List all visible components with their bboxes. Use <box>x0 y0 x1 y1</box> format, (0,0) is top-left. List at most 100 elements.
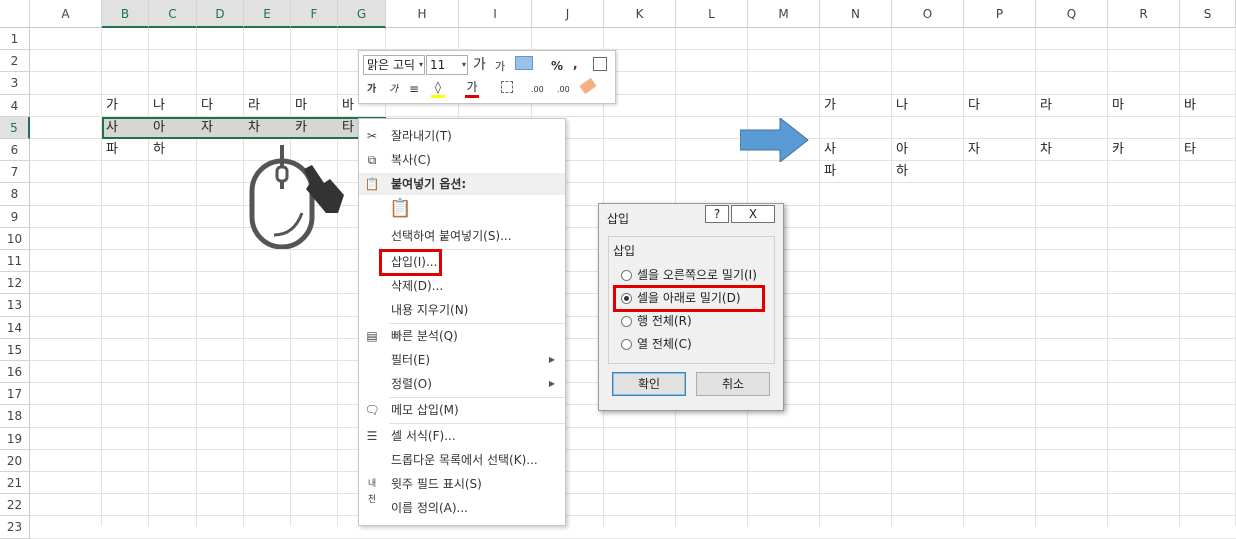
column-header-o[interactable]: O <box>892 0 964 28</box>
row-header-5[interactable]: 5 <box>0 116 30 139</box>
cell-g4[interactable]: 바 <box>339 95 354 117</box>
cell-d4[interactable]: 다 <box>198 95 213 117</box>
cell-n7[interactable]: 파 <box>821 161 836 183</box>
cell-c5[interactable]: 아 <box>150 117 165 139</box>
column-header-c[interactable]: C <box>149 0 197 28</box>
cell-e5[interactable]: 차 <box>245 117 260 139</box>
column-header-g[interactable]: G <box>338 0 386 28</box>
option-entire-column[interactable]: 열 전체(C) <box>621 336 692 352</box>
format-painter-icon[interactable] <box>593 57 607 71</box>
cell-e4[interactable]: 라 <box>245 95 260 117</box>
menu-item-phonetic[interactable]: 내천 윗주 필드 표시(S) <box>359 473 565 505</box>
paste-button[interactable]: 📋 <box>359 199 565 225</box>
column-header-q[interactable]: Q <box>1036 0 1108 28</box>
cell-n4[interactable]: 가 <box>821 95 836 117</box>
menu-item-clear[interactable]: 내용 지우기(N) <box>359 299 565 321</box>
cell-style-icon[interactable] <box>515 56 533 70</box>
menu-item-delete[interactable]: 삭제(D)... <box>359 275 565 297</box>
row-header-14[interactable]: 14 <box>0 316 30 339</box>
font-color-button[interactable]: 가 <box>465 79 479 98</box>
help-button[interactable]: ? <box>705 205 729 223</box>
grow-font-button[interactable]: 가 <box>473 57 486 73</box>
font-size-box[interactable]: 11 ▾ <box>426 55 468 75</box>
shrink-font-button[interactable]: 가 <box>495 59 505 75</box>
fill-color-icon[interactable]: ◊ <box>431 79 445 98</box>
row-header-6[interactable]: 6 <box>0 139 30 162</box>
row-header-7[interactable]: 7 <box>0 161 30 184</box>
cell-q6[interactable]: 차 <box>1037 139 1052 161</box>
option-shift-right[interactable]: 셀을 오른쪽으로 밀기(I) <box>621 267 757 283</box>
row-header-4[interactable]: 4 <box>0 94 30 117</box>
row-header-19[interactable]: 19 <box>0 427 30 450</box>
borders-icon[interactable] <box>501 81 513 93</box>
column-header-e[interactable]: E <box>244 0 291 28</box>
column-header-h[interactable]: H <box>386 0 459 28</box>
menu-item-quick-analysis[interactable]: ▤ 빠른 분석(Q) <box>359 325 565 347</box>
increase-decimal-button[interactable]: .00 <box>531 82 544 98</box>
cell-s6[interactable]: 타 <box>1181 139 1196 161</box>
column-header-f[interactable]: F <box>291 0 338 28</box>
align-center-icon[interactable]: ≡ <box>409 81 419 97</box>
column-header-a[interactable]: A <box>30 0 102 28</box>
cell-b5[interactable]: 사 <box>103 117 118 139</box>
menu-item-comment[interactable]: 🗨 메모 삽입(M) <box>359 399 565 421</box>
row-header-1[interactable]: 1 <box>0 28 30 51</box>
cell-o6[interactable]: 아 <box>893 139 908 161</box>
close-button[interactable]: X <box>731 205 775 223</box>
row-header-20[interactable]: 20 <box>0 449 30 472</box>
menu-item-define-name[interactable]: 이름 정의(A)... <box>359 497 565 519</box>
cell-q4[interactable]: 라 <box>1037 95 1052 117</box>
row-header-13[interactable]: 13 <box>0 294 30 317</box>
column-header-m[interactable]: M <box>748 0 820 28</box>
cell-p6[interactable]: 자 <box>965 139 980 161</box>
column-header-j[interactable]: J <box>532 0 604 28</box>
eraser-icon[interactable] <box>579 77 597 95</box>
menu-item-cut[interactable]: ✂ 잘라내기(T) <box>359 125 565 147</box>
column-header-p[interactable]: P <box>964 0 1036 28</box>
ok-button[interactable]: 확인 <box>612 372 686 396</box>
select-all-corner[interactable] <box>0 0 30 28</box>
row-header-21[interactable]: 21 <box>0 472 30 495</box>
row-header-17[interactable]: 17 <box>0 383 30 406</box>
column-header-r[interactable]: R <box>1108 0 1180 28</box>
cell-c4[interactable]: 나 <box>150 95 165 117</box>
menu-item-paste-special[interactable]: 선택하여 붙여넣기(S)... <box>359 225 565 247</box>
cell-r4[interactable]: 마 <box>1109 95 1124 117</box>
row-header-9[interactable]: 9 <box>0 205 30 228</box>
decrease-decimal-button[interactable]: .00 <box>557 82 570 98</box>
cell-c6[interactable]: 하 <box>150 139 165 161</box>
menu-item-dropdown[interactable]: 드롭다운 목록에서 선택(K)... <box>359 449 565 471</box>
column-header-d[interactable]: D <box>197 0 244 28</box>
cell-b4[interactable]: 가 <box>103 95 118 117</box>
cell-f5[interactable]: 카 <box>292 117 307 139</box>
cell-b6[interactable]: 파 <box>103 139 118 161</box>
column-header-s[interactable]: S <box>1180 0 1236 28</box>
row-header-3[interactable]: 3 <box>0 72 30 95</box>
cell-d5[interactable]: 자 <box>198 117 213 139</box>
row-header-15[interactable]: 15 <box>0 338 30 361</box>
font-name-box[interactable]: 맑은 고딕 ▾ <box>363 55 425 75</box>
percent-button[interactable]: % <box>551 58 563 74</box>
row-header-18[interactable]: 18 <box>0 405 30 428</box>
comma-button[interactable]: , <box>573 56 578 72</box>
cell-o4[interactable]: 나 <box>893 95 908 117</box>
bold-button[interactable]: 가 <box>367 82 376 98</box>
column-header-i[interactable]: I <box>459 0 532 28</box>
cell-n6[interactable]: 사 <box>821 139 836 161</box>
row-header-11[interactable]: 11 <box>0 250 30 273</box>
cell-s4[interactable]: 바 <box>1181 95 1196 117</box>
cell-r6[interactable]: 카 <box>1109 139 1124 161</box>
row-header-10[interactable]: 10 <box>0 227 30 250</box>
row-header-2[interactable]: 2 <box>0 50 30 73</box>
italic-button[interactable]: 가 <box>389 82 398 98</box>
row-header-22[interactable]: 22 <box>0 494 30 517</box>
cell-f4[interactable]: 마 <box>292 95 307 117</box>
column-header-n[interactable]: N <box>820 0 892 28</box>
menu-item-copy[interactable]: ⧉ 복사(C) <box>359 149 565 171</box>
row-header-16[interactable]: 16 <box>0 361 30 384</box>
column-header-l[interactable]: L <box>676 0 748 28</box>
column-header-b[interactable]: B <box>102 0 149 28</box>
cell-g5[interactable]: 타 <box>339 117 354 139</box>
row-header-12[interactable]: 12 <box>0 272 30 295</box>
menu-item-sort[interactable]: 정렬(O) ▶ <box>359 373 565 395</box>
